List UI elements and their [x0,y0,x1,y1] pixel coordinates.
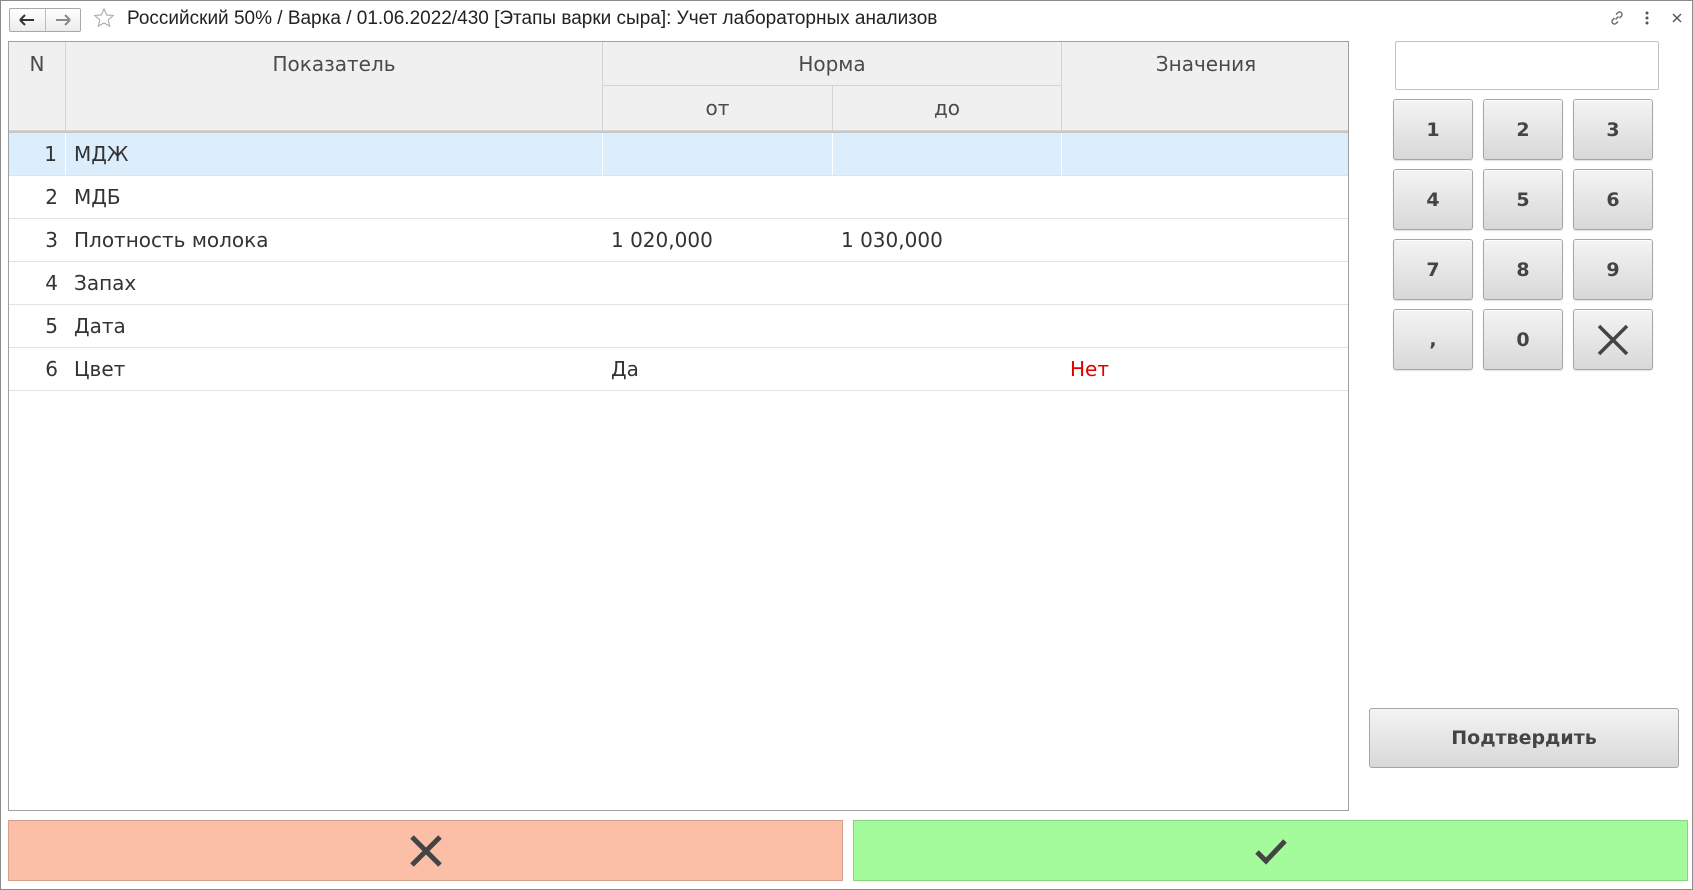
indicator-name: Плотность молока [74,228,269,252]
key-2[interactable]: 2 [1483,99,1563,160]
key-6[interactable]: 6 [1573,169,1653,230]
norm-from-cell: Да [611,357,639,381]
back-button[interactable] [10,9,46,31]
table-row[interactable]: 6 Цвет Да Нет [9,348,1348,391]
table-row[interactable]: 4 Запах [9,262,1348,305]
column-header-values[interactable]: Значения [1062,42,1348,131]
column-header-norm-to[interactable]: до [833,86,1062,131]
key-4[interactable]: 4 [1393,169,1473,230]
row-number: 1 [9,133,66,175]
indicator-name: МДБ [74,185,121,209]
key-1[interactable]: 1 [1393,99,1473,160]
arrow-left-icon [19,14,35,26]
link-icon[interactable] [1608,9,1626,27]
key-8[interactable]: 8 [1483,239,1563,300]
column-header-norm: Норма [603,42,1062,86]
norm-from-cell [603,262,833,304]
more-menu-icon[interactable] [1638,9,1656,27]
row-number: 2 [45,185,58,209]
confirm-button[interactable]: Подтвердить [1369,708,1679,768]
value-cell[interactable] [1062,219,1348,261]
norm-from-cell [603,305,833,347]
norm-from-cell [603,133,833,175]
indicator-name: Запах [74,271,137,295]
table-row[interactable]: 3 Плотность молока 1 020,000 1 030,000 [9,219,1348,262]
key-7[interactable]: 7 [1393,239,1473,300]
table-row[interactable]: 5 Дата [9,305,1348,348]
value-cell[interactable] [1062,176,1348,218]
key-5[interactable]: 5 [1483,169,1563,230]
cancel-x-icon [409,834,442,867]
table-row[interactable]: 1 МДЖ [9,133,1348,176]
window-title: Российский 50% / Варка / 01.06.2022/430 … [127,8,938,29]
value-cell[interactable] [1062,305,1348,347]
title-actions [1608,9,1686,27]
key-9[interactable]: 9 [1573,239,1653,300]
navigation-buttons [9,8,81,32]
row-number: 6 [45,357,58,381]
row-number: 3 [45,228,58,252]
form-window: Российский 50% / Варка / 01.06.2022/430 … [0,0,1693,890]
favorite-star-icon[interactable] [92,6,116,30]
norm-from-cell: 1 020,000 [611,228,713,252]
norm-to-cell: 1 030,000 [841,228,943,252]
norm-to-cell [833,133,1062,175]
arrow-right-icon [55,14,71,26]
value-cell[interactable] [1062,133,1348,175]
cancel-button[interactable] [8,820,843,881]
column-header-indicator[interactable]: Показатель [66,42,603,131]
norm-to-cell [833,262,1062,304]
value-cell[interactable]: Нет [1062,348,1348,390]
row-number: 5 [45,314,58,338]
key-3[interactable]: 3 [1573,99,1653,160]
value-input[interactable] [1395,41,1659,90]
clear-x-icon [1597,324,1629,355]
title-bar: Российский 50% / Варка / 01.06.2022/430 … [1,1,1692,37]
norm-to-cell [833,348,1062,390]
forward-button[interactable] [46,9,81,31]
indicator-name: МДЖ [66,133,603,175]
norm-from-cell [603,176,833,218]
clear-key[interactable] [1573,309,1653,370]
checkmark-icon [1254,838,1287,865]
key-comma[interactable]: , [1393,309,1473,370]
indicator-name: Цвет [74,357,126,381]
indicator-name: Дата [74,314,126,338]
key-0[interactable]: 0 [1483,309,1563,370]
value-cell[interactable] [1062,262,1348,304]
norm-to-cell [833,305,1062,347]
column-header-norm-from[interactable]: от [603,86,833,131]
norm-to-cell [833,176,1062,218]
close-icon[interactable] [1668,9,1686,27]
table-row[interactable]: 2 МДБ [9,176,1348,219]
ok-button[interactable] [853,820,1688,881]
row-number: 4 [45,271,58,295]
lab-analysis-table: N Показатель Норма от до Значения 1 МДЖ … [8,41,1349,811]
column-header-n[interactable]: N [9,42,66,131]
